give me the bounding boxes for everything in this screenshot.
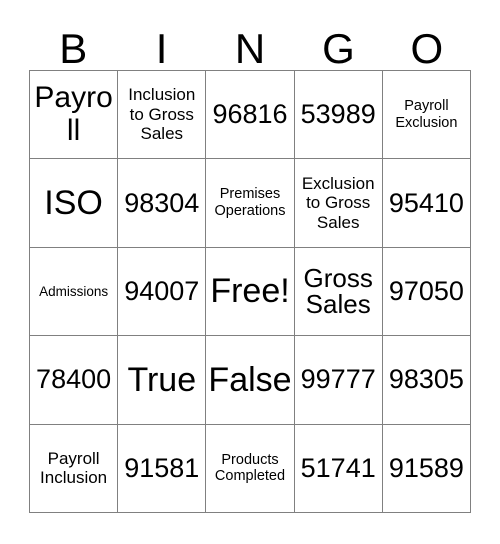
bingo-cell-label: True — [127, 360, 197, 399]
bingo-free-space-label: Free! — [210, 272, 290, 311]
bingo-cell-label: Products Completed — [214, 451, 286, 485]
bingo-cell-label: 95410 — [388, 187, 464, 218]
bingo-cell-label: 99777 — [300, 364, 376, 395]
bingo-cell-o1[interactable]: Payroll Exclusion — [382, 71, 471, 160]
bingo-cell-label: 78400 — [36, 364, 112, 395]
bingo-header-letter-i: I — [155, 25, 168, 72]
bingo-cell-n2[interactable]: Premises Operations — [206, 159, 295, 248]
bingo-cell-o4[interactable]: 98305 — [382, 336, 471, 425]
bingo-cell-g3[interactable]: Gross Sales — [294, 247, 383, 337]
bingo-cell-label: 94007 — [124, 275, 200, 306]
bingo-cell-label: ISO — [44, 183, 103, 222]
bingo-cell-label: 96816 — [212, 99, 288, 130]
bingo-cell-n5[interactable]: Products Completed — [206, 424, 295, 513]
bingo-header-cell-g: G — [294, 14, 382, 70]
bingo-header-letter-o: O — [410, 25, 444, 72]
bingo-cell-label: 98305 — [388, 364, 464, 395]
bingo-cell-label: Gross Sales — [303, 262, 373, 320]
bingo-header-letter-g: G — [322, 25, 355, 72]
bingo-grid: Payroll Inclusion to Gross Sales 96816 5… — [29, 70, 471, 513]
bingo-cell-g1[interactable]: 53989 — [294, 71, 383, 160]
bingo-cell-label: Premises Operations — [214, 186, 286, 220]
bingo-cell-g5[interactable]: 51741 — [294, 424, 383, 513]
bingo-cell-label: 97050 — [388, 275, 464, 306]
bingo-cell-i1[interactable]: Inclusion to Gross Sales — [118, 71, 207, 160]
bingo-cell-b4[interactable]: 78400 — [30, 336, 119, 425]
bingo-cell-label: Payroll Exclusion — [395, 98, 458, 131]
bingo-cell-label: Payroll Inclusion — [40, 448, 108, 488]
bingo-cell-i5[interactable]: 91581 — [118, 424, 207, 513]
bingo-cell-label: 91589 — [388, 452, 464, 483]
bingo-cell-label: 53989 — [300, 99, 376, 130]
bingo-cell-n1[interactable]: 96816 — [206, 71, 295, 160]
bingo-cell-g2[interactable]: Exclusion to Gross Sales — [294, 159, 383, 248]
bingo-cell-label: False — [208, 360, 292, 399]
bingo-cell-label: 91581 — [124, 452, 200, 483]
bingo-cell-i2[interactable]: 98304 — [118, 159, 207, 248]
bingo-header-cell-i: I — [117, 14, 205, 70]
bingo-cell-free-space[interactable]: Free! — [206, 247, 295, 337]
bingo-header-row: B I N G O — [29, 14, 471, 70]
bingo-cell-i4[interactable]: True — [118, 336, 207, 425]
bingo-cell-o2[interactable]: 95410 — [382, 159, 471, 248]
bingo-cell-label: Exclusion to Gross Sales — [301, 173, 375, 232]
bingo-header-letter-n: N — [234, 25, 266, 72]
bingo-cell-b3[interactable]: Admissions — [30, 247, 119, 337]
bingo-header-cell-o: O — [383, 14, 471, 70]
bingo-cell-label: Payroll — [34, 81, 113, 147]
bingo-cell-label: 51741 — [300, 452, 376, 483]
bingo-cell-label: Inclusion to Gross Sales — [128, 85, 196, 144]
bingo-cell-label: 98304 — [124, 187, 200, 218]
bingo-card: B I N G O Payroll Inclusion to Gross Sal… — [0, 0, 500, 544]
bingo-header-cell-n: N — [206, 14, 294, 70]
bingo-header-letter-b: B — [59, 25, 88, 72]
bingo-cell-o3[interactable]: 97050 — [382, 247, 471, 337]
bingo-cell-o5[interactable]: 91589 — [382, 424, 471, 513]
bingo-cell-label: Admissions — [39, 283, 109, 299]
bingo-header-cell-b: B — [29, 14, 117, 70]
bingo-cell-n4[interactable]: False — [206, 336, 295, 425]
bingo-cell-g4[interactable]: 99777 — [294, 336, 383, 425]
bingo-cell-i3[interactable]: 94007 — [118, 247, 207, 337]
bingo-cell-b1[interactable]: Payroll — [30, 71, 119, 160]
bingo-cell-b2[interactable]: ISO — [30, 159, 119, 248]
bingo-cell-b5[interactable]: Payroll Inclusion — [30, 424, 119, 513]
